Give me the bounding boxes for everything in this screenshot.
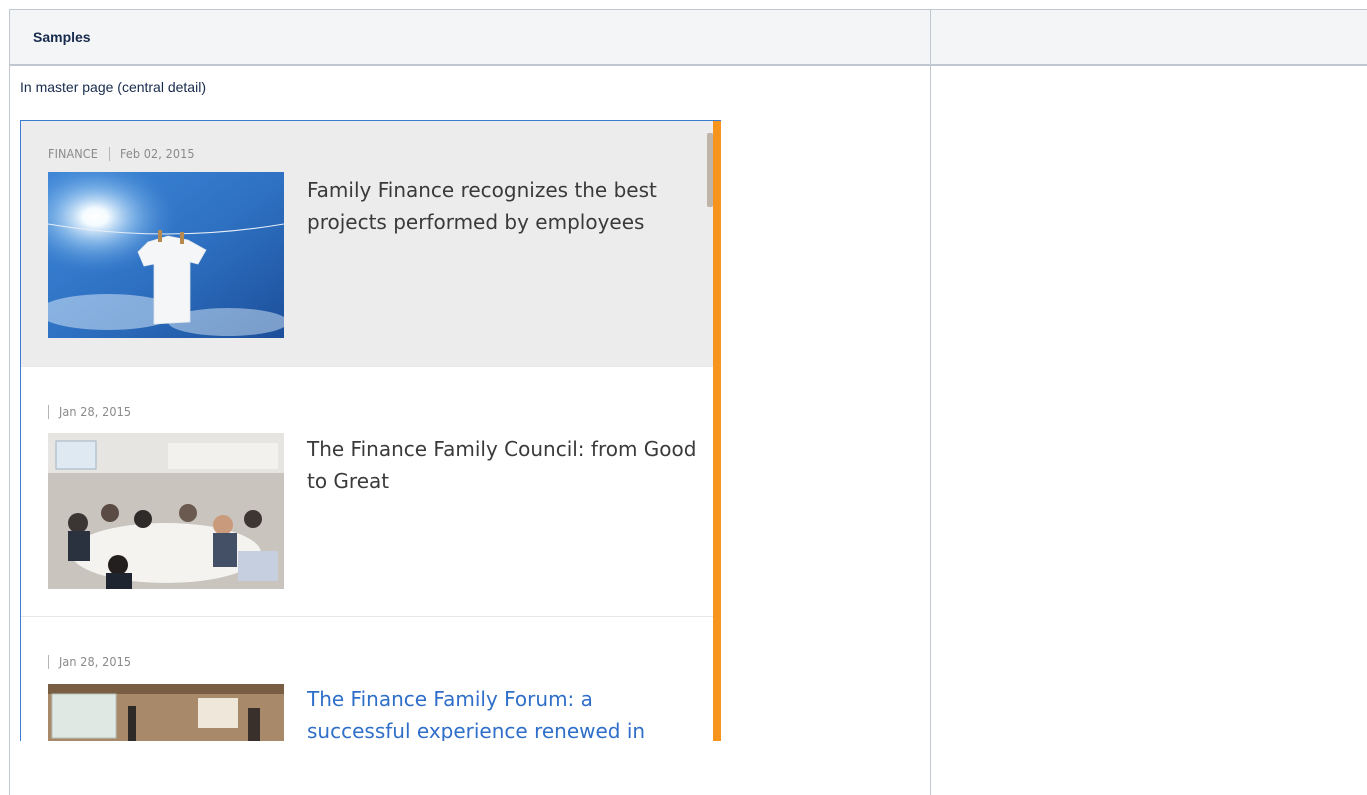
news-meta: Jan 28, 2015 xyxy=(48,404,131,419)
table-border-middle xyxy=(930,9,931,795)
widget-scrollbar-thumb[interactable] xyxy=(707,133,713,207)
news-thumbnail[interactable] xyxy=(48,433,284,589)
table-border-left xyxy=(9,9,10,795)
news-item[interactable]: Jan 28, 2015 The Finance Family Council:… xyxy=(21,366,713,616)
page: Samples In master page (central detail) … xyxy=(0,0,1367,795)
news-item[interactable]: Jan 28, 2015 The Finance Family Forum: a… xyxy=(21,616,713,741)
table-header-row xyxy=(9,10,1367,64)
news-title-link[interactable]: The Finance Family Forum: a successful e… xyxy=(307,683,697,741)
news-title[interactable]: Family Finance recognizes the best proje… xyxy=(307,174,697,238)
news-category: FINANCE xyxy=(48,146,98,161)
news-title[interactable]: The Finance Family Council: from Good to… xyxy=(307,433,697,497)
table-header-samples: Samples xyxy=(33,29,91,45)
news-item[interactable]: FINANCE Feb 02, 2015 Family Finance reco… xyxy=(21,121,713,366)
news-meta: FINANCE Feb 02, 2015 xyxy=(48,146,195,161)
clothesline-shirt-sky-photo xyxy=(48,172,284,338)
accent-bar xyxy=(713,121,721,741)
news-widget[interactable]: FINANCE Feb 02, 2015 Family Finance reco… xyxy=(20,120,721,741)
news-meta: Jan 28, 2015 xyxy=(48,654,131,669)
sample-caption: In master page (central detail) xyxy=(20,79,206,95)
conference-room-photo xyxy=(48,433,284,589)
table-border-header xyxy=(9,64,1367,66)
table-border-top xyxy=(9,9,1367,10)
news-date: Feb 02, 2015 xyxy=(119,146,195,161)
meta-separator xyxy=(48,404,49,419)
meta-separator xyxy=(108,146,110,161)
news-thumbnail[interactable] xyxy=(48,172,284,338)
news-thumbnail[interactable] xyxy=(48,684,284,741)
meta-separator xyxy=(48,654,49,669)
presentation-room-photo xyxy=(48,684,284,741)
news-date: Jan 28, 2015 xyxy=(59,654,132,669)
news-date: Jan 28, 2015 xyxy=(59,404,132,419)
